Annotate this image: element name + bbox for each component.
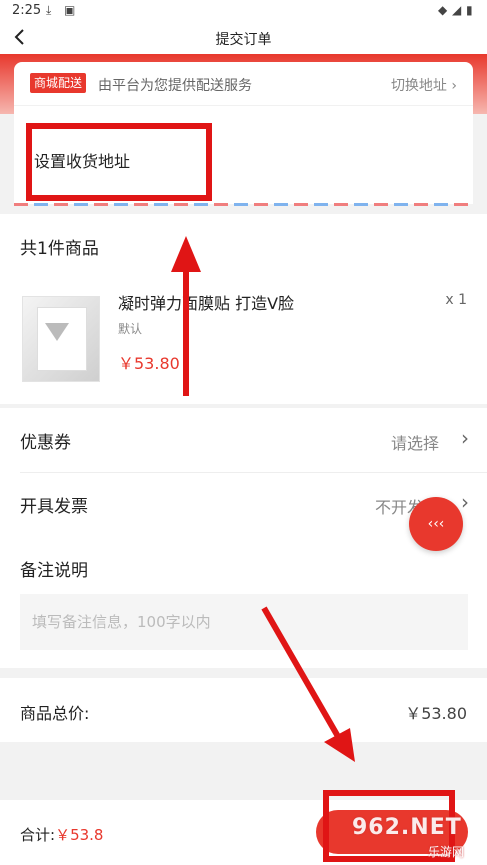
product-spec: 默认 (118, 322, 143, 336)
sum-label-text: 合计: (20, 826, 56, 844)
download-icon: ⤓ (46, 3, 52, 17)
watermark-main: 962.NET (352, 815, 462, 840)
address-card[interactable]: 商城配送 由平台为您提供配送服务 切换地址 › 设置收货地址 (14, 62, 473, 204)
goods-section: 共1件商品 凝时弹力面膜贴 打造V脸 x 1 默认 ￥53.80 (0, 214, 487, 404)
remark-input[interactable] (20, 594, 468, 650)
delivery-row: 商城配送 由平台为您提供配送服务 切换地址 › (14, 62, 473, 106)
sum-value: ￥53.8 (55, 826, 104, 844)
watermark-sub: 乐游网 (428, 845, 465, 859)
coupon-row[interactable]: 优惠券 请选择 › (0, 408, 487, 472)
coupon-value: 请选择 (390, 434, 439, 453)
battery-icon: ▮ (466, 3, 473, 17)
product-name[interactable]: 凝时弹力面膜贴 打造V脸 (118, 290, 294, 314)
delivery-service-text: 由平台为您提供配送服务 (98, 78, 252, 94)
switch-address-link[interactable]: 切换地址 › (391, 75, 457, 95)
floating-more-button[interactable]: ‹‹‹ (409, 497, 463, 551)
envelope-border (14, 203, 473, 206)
total-value: ￥53.80 (405, 704, 467, 723)
wifi-icon: ◆ (438, 3, 448, 17)
remark-label: 备注说明 (20, 561, 88, 581)
page-title: 提交订单 (215, 32, 272, 48)
chevron-right-icon: › (461, 490, 469, 514)
coupon-label: 优惠券 (20, 433, 71, 453)
remark-row: 备注说明 (0, 536, 487, 600)
total-row: 商品总价: ￥53.80 (0, 678, 487, 742)
product-image[interactable] (22, 296, 100, 382)
nav-bar: 提交订单 (0, 22, 487, 54)
total-label: 商品总价: (20, 704, 90, 723)
delivery-tag: 商城配送 (30, 73, 87, 93)
chevron-right-icon: › (451, 78, 457, 94)
notification-icon: ▣ (64, 3, 76, 17)
set-address-link[interactable]: 设置收货地址 (34, 148, 130, 172)
status-time: 2:25 (12, 3, 42, 18)
watermark-logo: 962.NET 乐游网 (352, 815, 482, 861)
chevron-right-icon: › (461, 426, 469, 450)
signal-icon: ◢ (452, 3, 462, 17)
switch-address-label: 切换地址 (390, 78, 447, 94)
product-quantity: x 1 (445, 292, 467, 308)
product-price: ￥53.80 (118, 354, 180, 373)
more-dots-icon: ‹‹‹ (427, 516, 445, 532)
sum-label: 合计:￥53.8 (20, 824, 103, 845)
product-v-graphic (45, 323, 69, 341)
status-bar: 2:25 ⤓ ▣ ◆ ◢ ▮ (0, 0, 487, 22)
invoice-label: 开具发票 (20, 497, 88, 517)
goods-count: 共1件商品 (20, 239, 99, 259)
